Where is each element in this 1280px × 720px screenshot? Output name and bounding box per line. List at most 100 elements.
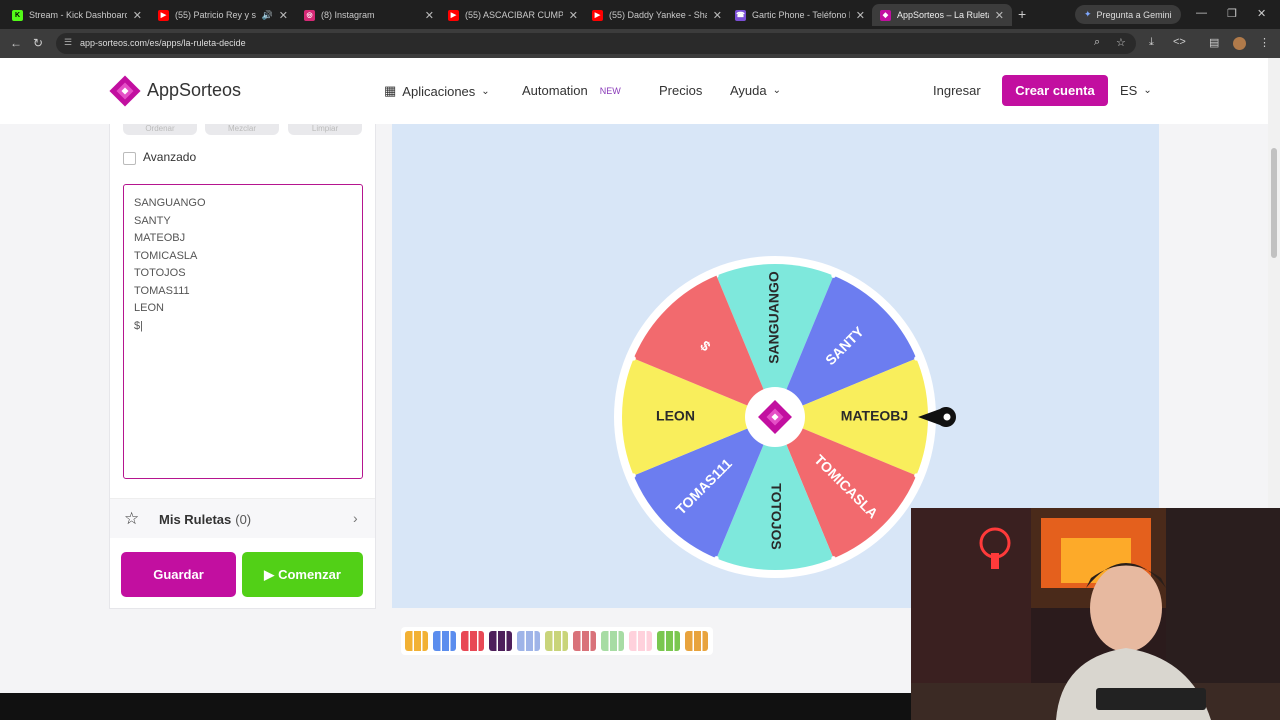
wheel-segment-label: LEON <box>656 408 695 424</box>
language-selector[interactable]: ES ⌄ <box>1120 83 1152 98</box>
close-icon[interactable]: ✕ <box>425 9 434 22</box>
new-badge: NEW <box>599 85 621 96</box>
palette-swatch[interactable] <box>629 631 652 651</box>
download-icon[interactable]: ⤓ <box>1149 36 1154 49</box>
save-button[interactable]: Guardar <box>121 552 236 597</box>
grid-icon: ▦ <box>384 83 397 98</box>
nav-ayuda[interactable]: Ayuda ⌄ <box>730 83 781 98</box>
profile-avatar[interactable] <box>1233 37 1246 50</box>
bookmark-star-icon[interactable]: ☆ <box>1116 36 1126 49</box>
create-account-button[interactable]: Crear cuenta <box>1002 75 1108 106</box>
wheel-peg <box>631 473 636 478</box>
minimize-icon[interactable]: — <box>1196 7 1207 19</box>
palette-swatch[interactable] <box>517 631 540 651</box>
scrollbar-thumb[interactable] <box>1271 148 1277 258</box>
close-icon[interactable]: ✕ <box>856 9 865 22</box>
tab-title: (55) Patricio Rey y sus R <box>175 10 256 20</box>
instagram-icon: ◎ <box>304 9 315 21</box>
close-icon[interactable]: ✕ <box>713 9 722 22</box>
youtube-icon: ▶ <box>158 9 169 21</box>
restore-icon[interactable]: ❐ <box>1227 7 1237 20</box>
nav-label: Precios <box>659 83 703 98</box>
palette-swatch[interactable] <box>685 631 708 651</box>
palette-swatch[interactable] <box>433 631 456 651</box>
start-button[interactable]: ▶ Comenzar <box>242 552 363 597</box>
close-icon[interactable]: ✕ <box>995 9 1004 22</box>
nav-precios[interactable]: Precios <box>659 83 702 98</box>
palette-swatch[interactable] <box>461 631 484 651</box>
wheel-peg <box>914 356 919 361</box>
mis-ruletas-label: Mis Ruletas (0) <box>159 512 251 527</box>
names-panel: Ordenar Mezclar Limpiar Avanzado SANGUAN… <box>109 124 376 609</box>
mis-ruletas-row[interactable]: ☆ Mis Ruletas (0) › <box>110 498 375 538</box>
back-icon[interactable]: ← <box>10 36 22 50</box>
name-line: TOTOJOS <box>134 267 186 279</box>
clear-button[interactable]: Limpiar <box>288 124 362 135</box>
kick-icon: K <box>12 9 23 21</box>
close-icon[interactable]: ✕ <box>569 9 578 22</box>
nav-label: Automation <box>522 83 588 98</box>
close-icon[interactable]: ✕ <box>133 9 142 22</box>
palette-swatch[interactable] <box>545 631 568 651</box>
nav-label: Aplicaciones <box>402 83 476 99</box>
create-account-label: Crear cuenta <box>1015 83 1095 98</box>
clear-label: Limpiar <box>311 124 339 133</box>
site-info-icon[interactable]: ☰ <box>64 37 72 48</box>
zoom-icon[interactable]: ⌕ <box>1094 36 1100 49</box>
login-label: Ingresar <box>933 83 981 98</box>
site-header: AppSorteos ▦ Aplicaciones ⌄ Automation N… <box>0 58 1268 124</box>
name-line: TOMAS111 <box>134 284 190 297</box>
speaker-icon[interactable]: 🔊 <box>262 10 273 21</box>
palette-swatch[interactable] <box>573 631 596 651</box>
browser-tab[interactable]: ◎ (8) Instagram ✕ <box>296 4 442 26</box>
nav-automation[interactable]: Automation NEW <box>522 83 621 98</box>
browser-tab-strip: K Stream - Kick Dashboard ✕ ▶ (55) Patri… <box>0 0 1280 29</box>
tab-title: Gartic Phone - Teléfono De <box>752 10 850 20</box>
chevron-right-icon: › <box>353 510 358 526</box>
name-line: $| <box>134 319 143 332</box>
browser-tab[interactable]: ▶ (55) Patricio Rey y sus R 🔊 ✕ <box>150 4 296 26</box>
language-label: ES <box>1120 83 1138 98</box>
advanced-checkbox[interactable] <box>123 152 136 165</box>
name-line: MATEOBJ <box>134 232 186 244</box>
tab-title: AppSorteos – La Ruleta de <box>897 10 989 20</box>
wheel-peg <box>831 556 836 561</box>
appsorteos-logo-icon <box>109 75 141 107</box>
browser-tab[interactable]: ▶ (55) Daddy Yankee - Shaky ✕ <box>584 4 730 26</box>
more-menu-icon[interactable]: ⋮ <box>1259 36 1270 49</box>
new-tab-icon[interactable]: + <box>1018 6 1026 22</box>
chevron-down-icon: ⌄ <box>772 85 782 96</box>
wheel-peg <box>831 273 836 278</box>
palette-swatch[interactable] <box>657 631 680 651</box>
palette-swatch[interactable] <box>489 631 512 651</box>
nav-label: Ayuda <box>730 83 767 98</box>
window-close-icon[interactable]: ✕ <box>1257 7 1266 20</box>
reload-icon[interactable]: ↻ <box>33 36 43 50</box>
shuffle-button[interactable]: Mezclar <box>205 124 279 135</box>
wheel-segment-label: SANGUANGO <box>766 271 782 364</box>
palette-swatch[interactable] <box>601 631 624 651</box>
mis-ruletas-text: Mis Ruletas <box>159 512 232 527</box>
browser-tab[interactable]: ☎ Gartic Phone - Teléfono De ✕ <box>727 4 873 26</box>
extensions-icon[interactable]: ▤ <box>1209 36 1219 49</box>
gemini-button[interactable]: ✦ Pregunta a Gemini <box>1075 5 1181 24</box>
url-field[interactable]: ☰ app-sorteos.com/es/apps/la-ruleta-deci… <box>56 33 1136 54</box>
wheel-peg <box>631 356 636 361</box>
browser-tab[interactable]: K Stream - Kick Dashboard ✕ <box>4 4 150 26</box>
palette-swatch[interactable] <box>405 631 428 651</box>
names-textarea[interactable]: SANGUANGO SANTY MATEOBJ TOMICASLA TOTOJO… <box>123 184 363 479</box>
brand-name[interactable]: AppSorteos <box>147 80 241 101</box>
close-icon[interactable]: ✕ <box>279 9 288 22</box>
sort-button[interactable]: Ordenar <box>123 124 197 135</box>
browser-tab[interactable]: ▶ (55) ASCACIBAR CUMPLIÓ ✕ <box>440 4 586 26</box>
name-line: SANTY <box>134 214 171 227</box>
browser-tab-active[interactable]: ◆ AppSorteos – La Ruleta de ✕ <box>872 4 1012 26</box>
nav-aplicaciones[interactable]: ▦ Aplicaciones ⌄ <box>384 83 490 99</box>
name-line: TOMICASLA <box>134 249 198 262</box>
devtools-icon[interactable]: <> <box>1173 36 1186 48</box>
phone-icon: ☎ <box>735 9 746 21</box>
star-icon: ☆ <box>124 509 140 528</box>
login-link[interactable]: Ingresar <box>933 83 981 98</box>
chevron-down-icon: ⌄ <box>1143 85 1152 96</box>
sort-label: Ordenar <box>145 124 175 133</box>
